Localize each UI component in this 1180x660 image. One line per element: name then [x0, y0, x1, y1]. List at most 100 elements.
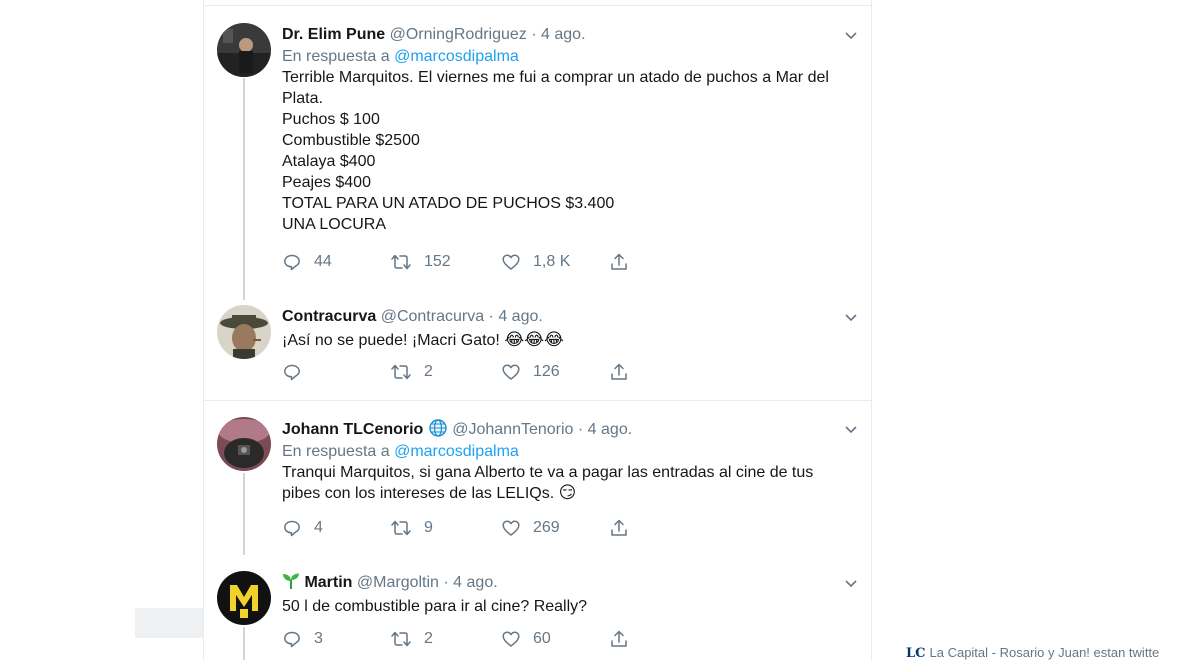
- text-line: UNA LOCURA: [282, 216, 387, 233]
- tweet-header: Martin @Margoltin · 4 ago.: [282, 572, 857, 594]
- text-line: Combustible $2500: [282, 132, 420, 149]
- like-count: 1,8 K: [533, 253, 571, 270]
- user-handle[interactable]: @Contracurva: [381, 308, 484, 325]
- tweet-actions: 2 126: [282, 361, 629, 383]
- text-line: Plata.: [282, 90, 323, 107]
- divider: [204, 5, 871, 6]
- reply-prefix: En respuesta a: [282, 48, 390, 65]
- retweet-button[interactable]: 152: [390, 252, 501, 272]
- share-button[interactable]: [609, 252, 629, 272]
- like-count: 126: [533, 363, 560, 380]
- tweet-text: Terrible Marquitos. El viernes me fui a …: [282, 67, 857, 235]
- reply-context: En respuesta a @marcosdipalma: [282, 46, 857, 67]
- reply-button[interactable]: 3: [282, 629, 390, 649]
- reply-to-link[interactable]: @marcosdipalma: [394, 443, 519, 460]
- user-handle[interactable]: @JohannTenorio: [452, 421, 573, 438]
- tweet-text: Tranqui Marquitos, si gana Alberto te va…: [282, 462, 857, 504]
- display-name[interactable]: Johann TLCenorio: [282, 421, 423, 438]
- share-icon: [611, 519, 627, 536]
- like-button[interactable]: 60: [501, 629, 609, 649]
- reply-icon: [284, 631, 300, 648]
- display-name[interactable]: Dr. Elim Pune: [282, 26, 385, 43]
- card-caption-text: La Capital - Rosario y Juan! estan twitt…: [929, 645, 1160, 660]
- tweet-date[interactable]: · 4 ago.: [531, 26, 585, 43]
- retweet-button[interactable]: 2: [390, 362, 501, 382]
- reply-to-link[interactable]: @marcosdipalma: [394, 48, 519, 65]
- text-line: 50 l de combustible para ir al cine? Rea…: [282, 598, 588, 615]
- retweet-count: 2: [424, 630, 433, 647]
- share-button[interactable]: [609, 362, 629, 382]
- embedded-card-caption[interactable]: LC La Capital - Rosario y Juan! estan twi…: [896, 645, 1180, 660]
- reply-button[interactable]: 4: [282, 518, 390, 538]
- tweet-actions: 44 152 1,8 K: [282, 251, 629, 273]
- text-line: Puchos $ 100: [282, 111, 380, 128]
- heart-icon: [502, 254, 520, 270]
- heart-icon: [502, 631, 520, 647]
- text-line: TOTAL PARA UN ATADO DE PUCHOS $3.400: [282, 195, 615, 212]
- share-icon: [611, 253, 627, 270]
- smirk-emoji: 😏: [558, 483, 577, 503]
- thread-line: [243, 627, 245, 660]
- avatar[interactable]: [217, 571, 271, 625]
- reply-prefix: En respuesta a: [282, 443, 390, 460]
- text-line-wrap: pibes con los intereses de las LELIQs. 😏: [282, 483, 857, 504]
- divider: [204, 400, 871, 401]
- share-button[interactable]: [609, 518, 629, 538]
- reply-count: 3: [314, 630, 323, 647]
- retweet-count: 152: [424, 253, 451, 270]
- text-line: Peajes $400: [282, 174, 371, 191]
- retweet-count: 2: [424, 363, 433, 380]
- tweet-header: Contracurva @Contracurva · 4 ago.: [282, 306, 857, 328]
- user-handle[interactable]: @Margoltin: [357, 574, 439, 591]
- reply-context: En respuesta a @marcosdipalma: [282, 441, 857, 462]
- display-name[interactable]: Martin: [304, 574, 352, 591]
- user-handle[interactable]: @OrningRodriguez: [390, 26, 527, 43]
- retweet-count: 9: [424, 519, 433, 536]
- reply-icon: [284, 364, 300, 381]
- laughing-emoji: 😂😂😂: [504, 330, 564, 350]
- avatar[interactable]: [217, 417, 271, 471]
- tweet-timeline: Dr. Elim Pune @OrningRodriguez · 4 ago. …: [203, 0, 872, 660]
- chevron-down-icon[interactable]: [843, 575, 859, 591]
- tweet-date[interactable]: · 4 ago.: [443, 574, 497, 591]
- reply-button[interactable]: [282, 362, 390, 382]
- sprout-icon: [283, 573, 299, 589]
- share-icon: [611, 363, 627, 380]
- text-line: Atalaya $400: [282, 153, 376, 170]
- tweet-date[interactable]: · 4 ago.: [578, 421, 632, 438]
- share-icon: [611, 630, 627, 647]
- retweet-icon: [391, 520, 411, 536]
- thread-line: [243, 78, 245, 300]
- retweet-button[interactable]: 2: [390, 629, 501, 649]
- text-line: Tranqui Marquitos, si gana Alberto te va…: [282, 464, 814, 481]
- chevron-down-icon[interactable]: [843, 309, 859, 325]
- chevron-down-icon[interactable]: [843, 421, 859, 437]
- tweet-text: 50 l de combustible para ir al cine? Rea…: [282, 596, 857, 617]
- like-button[interactable]: 126: [501, 362, 609, 382]
- avatar[interactable]: [217, 23, 271, 77]
- reply-count: 4: [314, 519, 323, 536]
- tweet-actions: 3 2 60: [282, 628, 629, 650]
- text-line: pibes con los intereses de las LELIQs.: [282, 485, 555, 502]
- reply-button[interactable]: 44: [282, 252, 390, 272]
- like-count: 269: [533, 519, 560, 536]
- reply-icon: [284, 520, 300, 537]
- la-capital-logo: LC: [906, 646, 926, 660]
- background-panel: [135, 608, 203, 638]
- tweet-header: Dr. Elim Pune @OrningRodriguez · 4 ago.: [282, 24, 857, 46]
- avatar[interactable]: [217, 305, 271, 359]
- reply-icon: [284, 254, 300, 271]
- retweet-button[interactable]: 9: [390, 518, 501, 538]
- tweet-date[interactable]: · 4 ago.: [489, 308, 543, 325]
- like-button[interactable]: 269: [501, 518, 609, 538]
- like-button[interactable]: 1,8 K: [501, 252, 609, 272]
- chevron-down-icon[interactable]: [843, 27, 859, 43]
- tweet-text: ¡Así no se puede! ¡Macri Gato! 😂😂😂: [282, 330, 857, 351]
- thread-line: [243, 473, 245, 555]
- display-name[interactable]: Contracurva: [282, 308, 376, 325]
- like-count: 60: [533, 630, 551, 647]
- reply-count: 44: [314, 253, 332, 270]
- heart-icon: [502, 520, 520, 536]
- retweet-icon: [391, 364, 411, 380]
- share-button[interactable]: [609, 629, 629, 649]
